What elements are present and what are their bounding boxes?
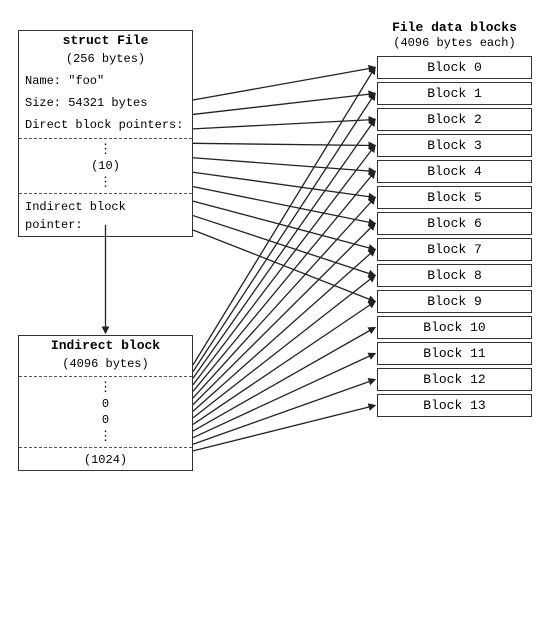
blocks-subtitle: (4096 bytes each)	[377, 36, 532, 50]
block-item-6: Block 6	[377, 212, 532, 235]
indirect-block-box: Indirect block (4096 bytes) ⋮ 0 0 ⋮ (102…	[18, 335, 193, 471]
block-item-11: Block 11	[377, 342, 532, 365]
dots-2: ⋮	[19, 174, 192, 191]
indirect-num: (1024)	[19, 450, 192, 470]
struct-file-title: struct File	[19, 31, 192, 52]
struct-direct-label: Direct block pointers:	[19, 114, 192, 136]
block-item-10: Block 10	[377, 316, 532, 339]
indirect-block-subtitle: (4096 bytes)	[19, 357, 192, 374]
divider-2	[19, 193, 192, 194]
diagram: struct File (256 bytes) Name: "foo" Size…	[0, 0, 552, 621]
struct-indirect-label: Indirect block pointer:	[19, 196, 192, 236]
struct-size-row: Size: 54321 bytes	[19, 92, 192, 114]
indirect-dots-2: ⋮	[19, 428, 192, 445]
dots-1: ⋮	[19, 141, 192, 158]
block-item-0: Block 0	[377, 56, 532, 79]
struct-file-subtitle: (256 bytes)	[19, 52, 192, 70]
block-item-8: Block 8	[377, 264, 532, 287]
block-item-13: Block 13	[377, 394, 532, 417]
indirect-val2: 0	[19, 412, 192, 428]
divider-1	[19, 138, 192, 139]
block-item-3: Block 3	[377, 134, 532, 157]
block-item-1: Block 1	[377, 82, 532, 105]
block-item-5: Block 5	[377, 186, 532, 209]
indirect-divider-2	[19, 447, 192, 448]
block-item-2: Block 2	[377, 108, 532, 131]
blocks-list: Block 0 Block 1 Block 2 Block 3 Block 4 Block…	[377, 56, 532, 417]
struct-file-box: struct File (256 bytes) Name: "foo" Size…	[18, 30, 193, 237]
indirect-divider-1	[19, 376, 192, 377]
indirect-val1: 0	[19, 396, 192, 412]
file-data-blocks-area: File data blocks (4096 bytes each) Block…	[377, 20, 532, 420]
num-direct: (10)	[19, 158, 192, 174]
block-item-7: Block 7	[377, 238, 532, 261]
indirect-block-title: Indirect block	[19, 336, 192, 357]
block-item-9: Block 9	[377, 290, 532, 313]
block-item-12: Block 12	[377, 368, 532, 391]
struct-name-row: Name: "foo"	[19, 70, 192, 92]
indirect-dots-1: ⋮	[19, 379, 192, 396]
block-item-4: Block 4	[377, 160, 532, 183]
blocks-title: File data blocks	[377, 20, 532, 35]
